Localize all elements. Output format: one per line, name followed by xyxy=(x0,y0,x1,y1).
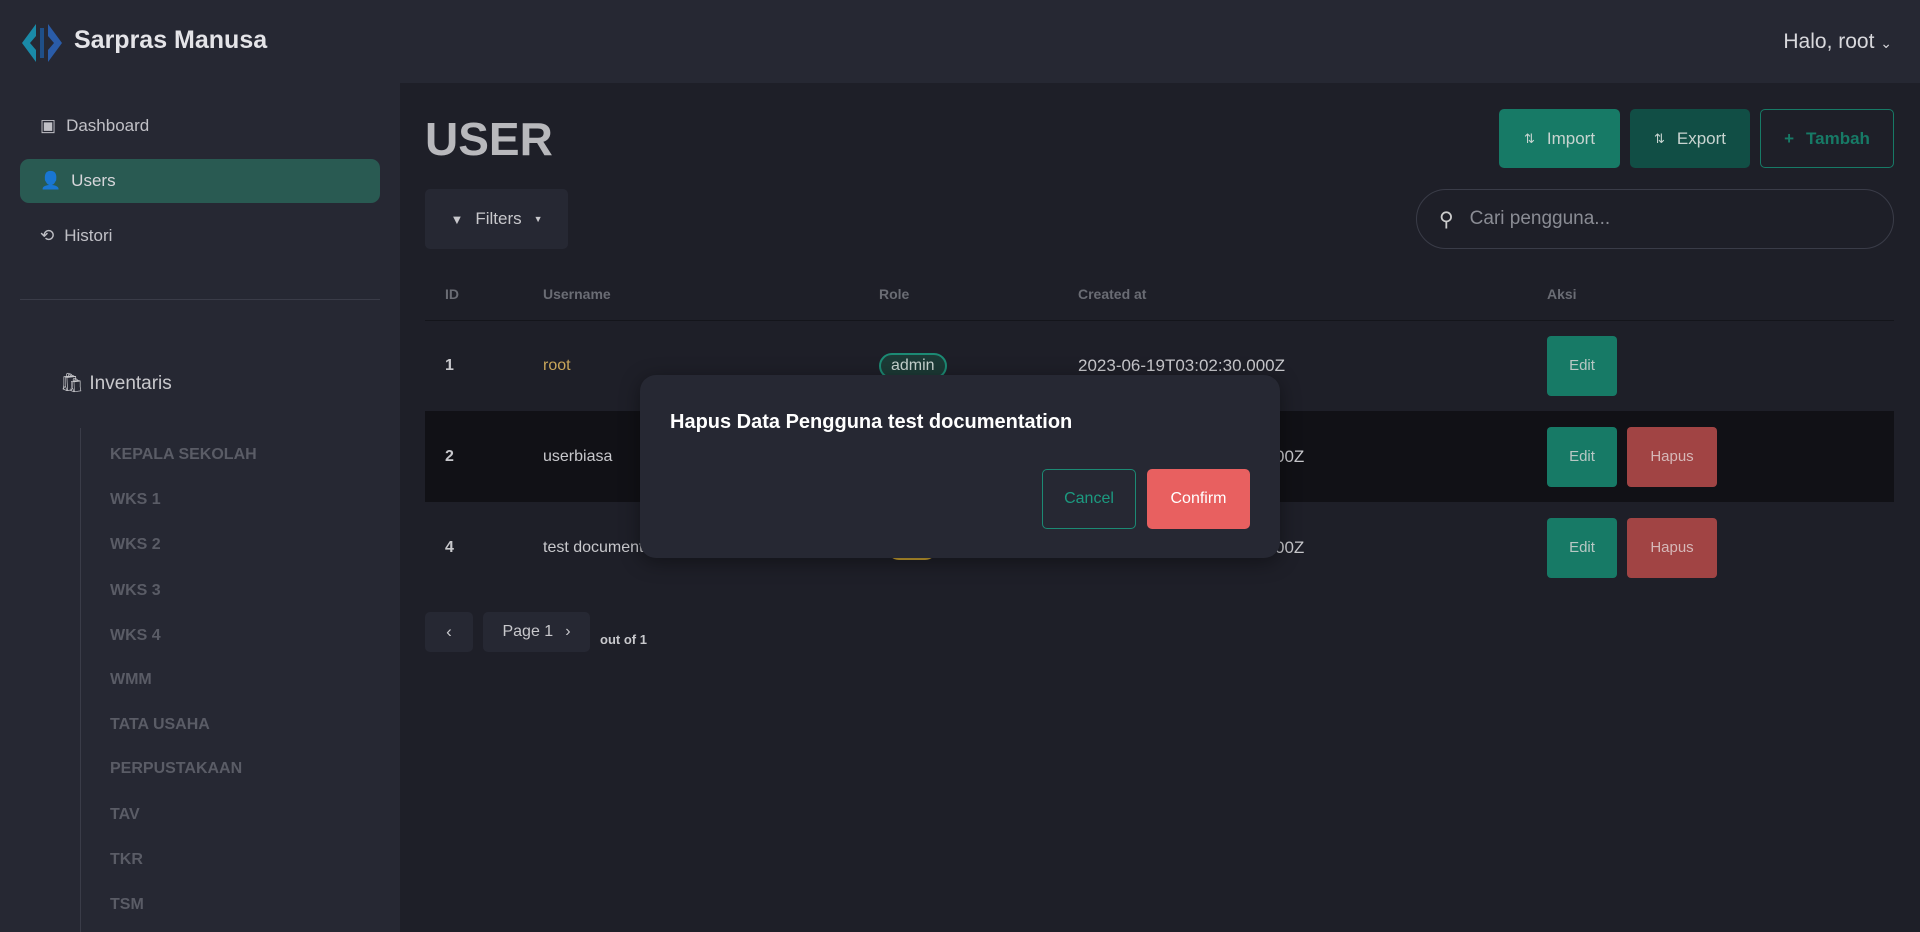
sidebar-subitem[interactable]: PERPUSTAKAAN xyxy=(110,760,242,778)
search-box: ⚲ xyxy=(1416,189,1894,249)
search-input[interactable] xyxy=(1469,208,1850,230)
filters-button[interactable]: ▼ Filters ▼ xyxy=(425,189,568,249)
cell-username: root xyxy=(543,356,571,374)
edit-button[interactable]: Edit xyxy=(1547,335,1617,396)
label: Filters xyxy=(475,209,522,228)
delete-button[interactable]: Hapus xyxy=(1627,426,1717,487)
sidebar-subitem[interactable]: KEPALA SEKOLAH xyxy=(110,446,257,464)
cell-id: 1 xyxy=(445,356,454,374)
sidebar-subitem[interactable]: TATA USAHA xyxy=(110,716,210,734)
label: Inventaris xyxy=(89,373,172,394)
chevron-left-icon: ‹ xyxy=(446,622,452,641)
sort-icon: ⇅ xyxy=(1523,130,1535,146)
sidebar-subitem[interactable]: WKS 4 xyxy=(110,627,161,645)
page-indicator[interactable]: Page 1 › xyxy=(483,612,590,652)
tree-line xyxy=(80,428,81,932)
sidebar-subitem[interactable]: TSM xyxy=(110,896,144,914)
delete-button[interactable]: Hapus xyxy=(1627,517,1717,578)
label: Import xyxy=(1546,128,1596,148)
history-icon: ⟲ xyxy=(40,226,55,245)
label: Export xyxy=(1676,128,1727,148)
column-header-role[interactable]: Role xyxy=(879,286,909,302)
bag-icon: 🛍 xyxy=(60,373,85,394)
top-header: Sarpras Manusa Halo, root ⌄ xyxy=(0,0,1920,83)
label: Users xyxy=(71,171,116,190)
dialog-title: Hapus Data Pengguna test documentation xyxy=(670,411,1073,433)
search-icon: ⚲ xyxy=(1439,208,1454,231)
import-button[interactable]: ⇅ Import xyxy=(1499,109,1620,168)
label: Dashboard xyxy=(66,116,150,135)
chevron-down-icon: ⌄ xyxy=(1880,35,1892,51)
column-header-username[interactable]: Username xyxy=(543,286,611,302)
cell-id: 2 xyxy=(445,447,454,465)
page-label: Page 1 xyxy=(502,623,554,640)
caret-down-icon: ▼ xyxy=(533,214,543,224)
label: Tambah xyxy=(1806,128,1870,148)
sidebar-subitem[interactable]: WKS 3 xyxy=(110,582,161,600)
prev-page-button[interactable]: ‹ xyxy=(425,612,473,652)
logo-icon xyxy=(22,24,62,62)
sidebar-subitem[interactable]: WMM xyxy=(110,671,152,689)
greeting: Halo, root xyxy=(1783,30,1875,53)
edit-button[interactable]: Edit xyxy=(1547,517,1617,578)
cell-username: userbiasa xyxy=(543,447,613,465)
divider xyxy=(20,299,380,300)
sidebar-subitem[interactable]: TAV xyxy=(110,806,140,824)
add-button[interactable]: + Tambah xyxy=(1760,109,1894,168)
section-inventaris[interactable]: 🛍 Inventaris xyxy=(60,371,172,395)
app-name: Sarpras Manusa xyxy=(74,26,268,54)
page-count: out of 1 xyxy=(600,632,647,647)
page-title: USER xyxy=(425,113,553,165)
sidebar-subitem[interactable]: WKS 1 xyxy=(110,491,161,509)
filter-icon: ▼ xyxy=(450,211,464,227)
edit-button[interactable]: Edit xyxy=(1547,426,1617,487)
sidebar-item-histori[interactable]: ⟲ Histori xyxy=(20,214,380,258)
column-header-id: ID xyxy=(445,286,459,302)
sidebar-item-dashboard[interactable]: ▣ Dashboard xyxy=(20,104,380,148)
label: Histori xyxy=(64,226,113,245)
sidebar-subitem[interactable]: TKR xyxy=(110,851,143,869)
cancel-button[interactable]: Cancel xyxy=(1042,469,1136,529)
chevron-right-icon: › xyxy=(565,623,571,640)
export-button[interactable]: ⇅ Export xyxy=(1630,109,1750,168)
sidebar: ▣ Dashboard 👤 Users ⟲ Histori 🛍 Inventaris … xyxy=(0,83,400,932)
dashboard-icon: ▣ xyxy=(40,116,57,135)
confirm-button[interactable]: Confirm xyxy=(1147,469,1250,529)
plus-icon: + xyxy=(1784,128,1794,148)
column-header-aksi: Aksi xyxy=(1547,286,1577,302)
delete-confirm-dialog: Hapus Data Pengguna test documentation C… xyxy=(640,375,1280,558)
cell-id: 4 xyxy=(445,538,454,556)
sidebar-subitem[interactable]: WKS 2 xyxy=(110,536,161,554)
sort-icon: ⇅ xyxy=(1653,130,1665,146)
column-header-created[interactable]: Created at xyxy=(1078,286,1146,302)
sidebar-item-users[interactable]: 👤 Users xyxy=(20,159,380,203)
user-check-icon: 👤 xyxy=(40,171,62,190)
user-menu[interactable]: Halo, root ⌄ xyxy=(1783,30,1892,54)
